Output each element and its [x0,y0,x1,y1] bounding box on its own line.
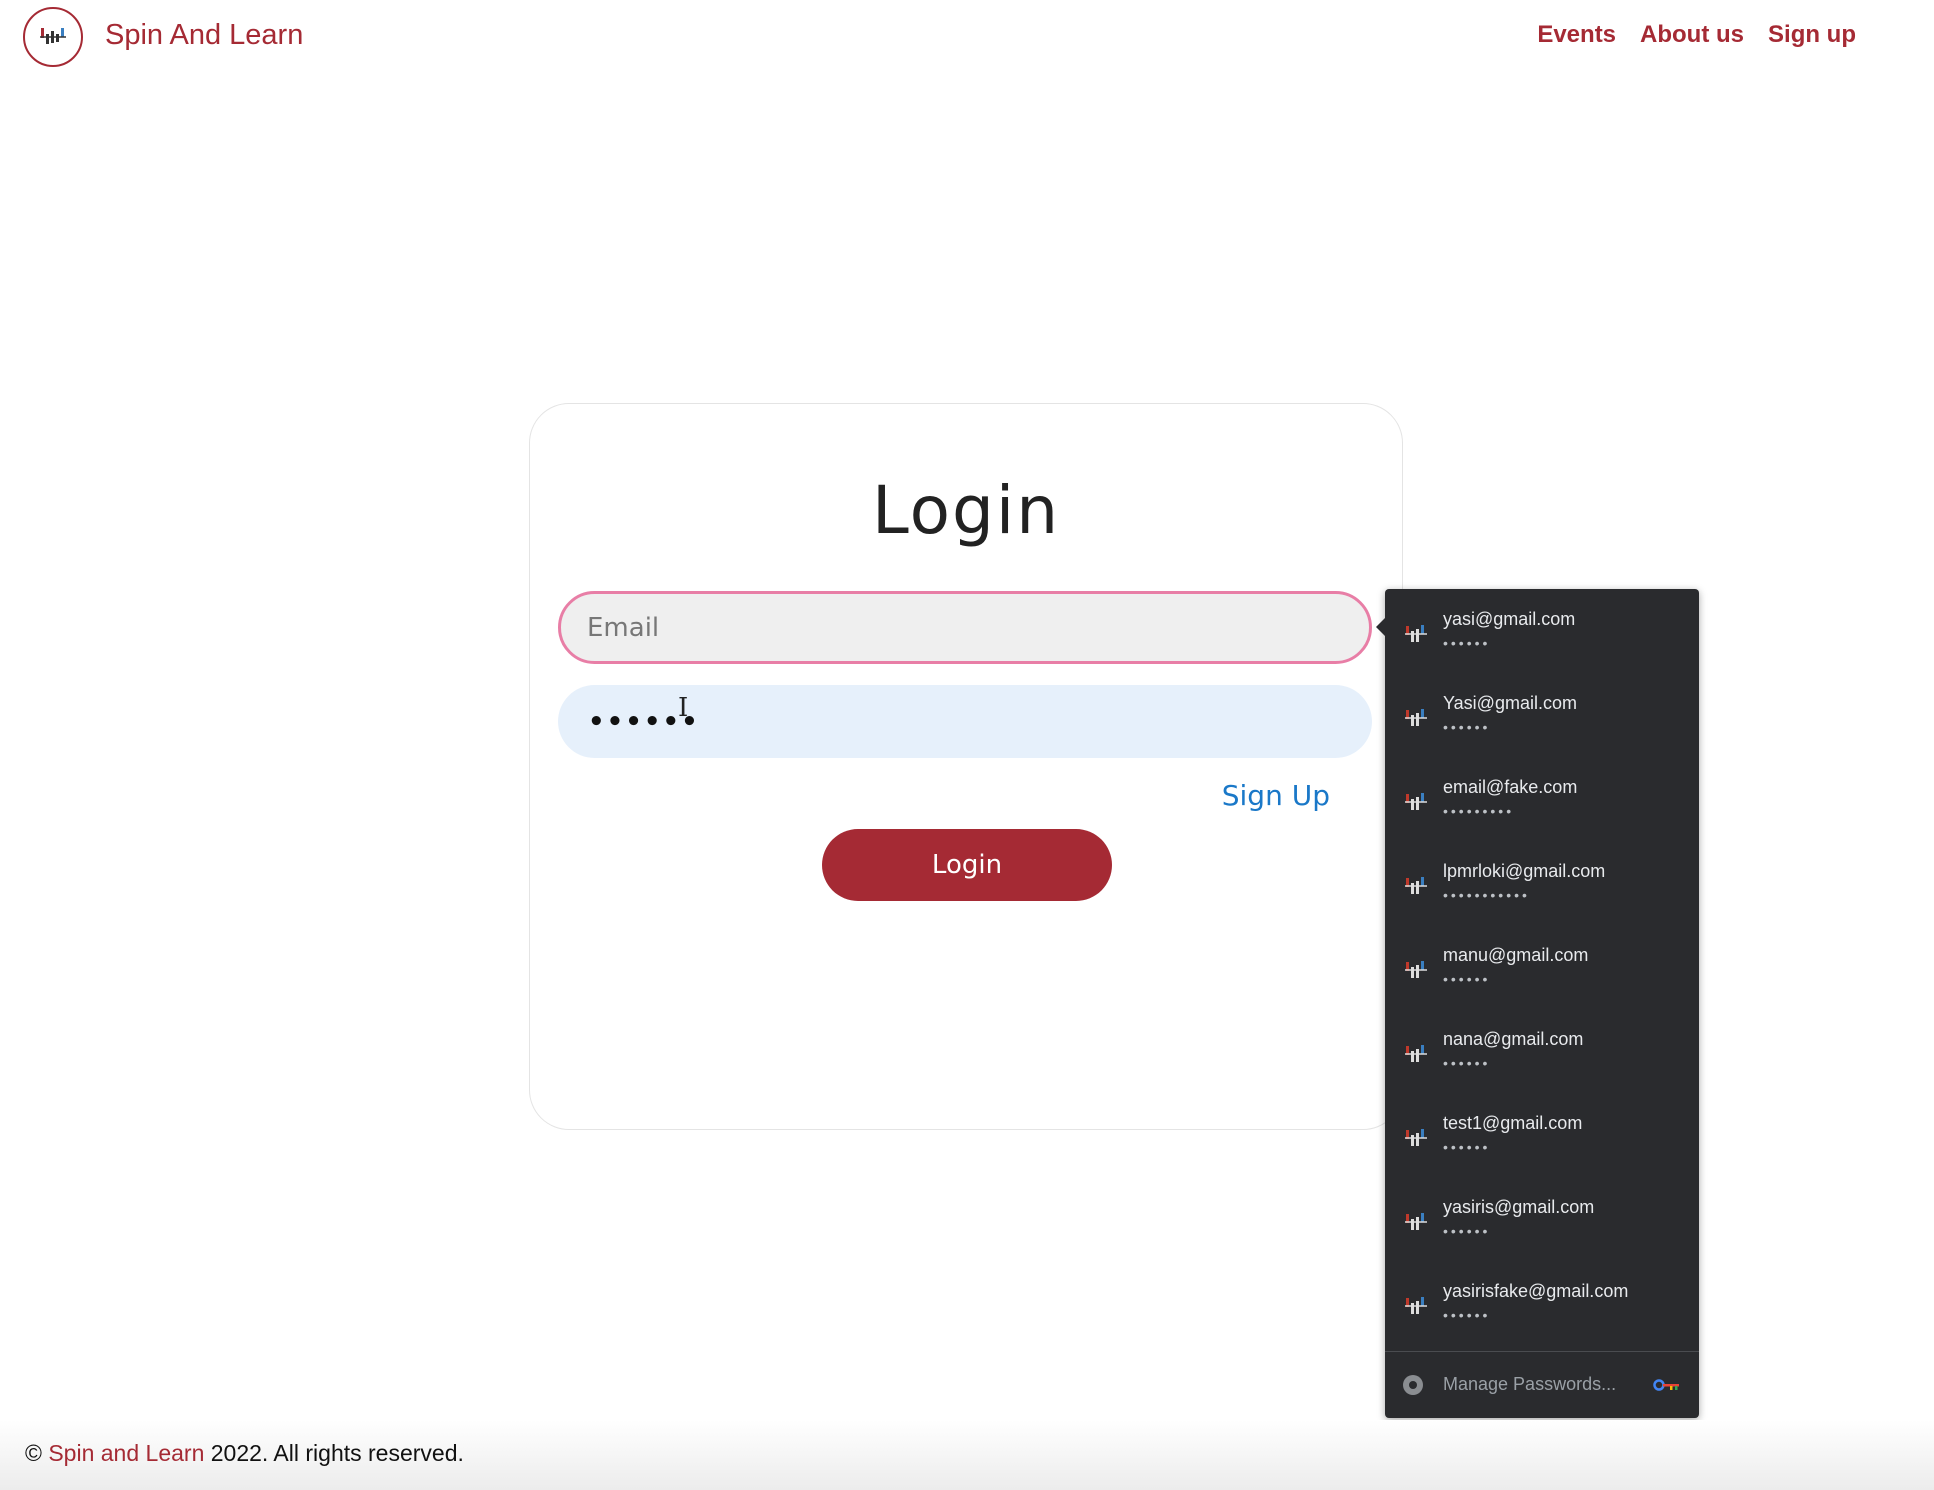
site-favicon-icon [1403,621,1429,647]
site-header: Spin And Learn Events About us Sign up [0,0,1934,76]
saved-account-username: test1@gmail.com [1443,1113,1583,1133]
saved-account-password-mask: ••••••••• [1443,803,1515,819]
saved-account-username: email@fake.com [1443,777,1578,797]
saved-account-username: Yasi@gmail.com [1443,693,1577,713]
login-title: Login [871,472,1061,549]
saved-account-password-mask: •••••• [1443,1055,1491,1071]
site-favicon-icon [1403,1041,1429,1067]
saved-account-username: yasiris@gmail.com [1443,1197,1595,1217]
copyright-text: © Spin and Learn 2022. All rights reserv… [25,1440,464,1467]
saved-account-username: yasi@gmail.com [1443,609,1576,629]
saved-account-item[interactable]: manu@gmail.com •••••• [1385,925,1699,1009]
saved-passwords-dropdown: yasi@gmail.com •••••• Yasi@gmail.com ••••••… [1376,589,1699,1418]
copyright-rest: 2022. All rights reserved. [210,1440,464,1466]
site-favicon-icon [1403,1293,1429,1319]
nav-about-us-link[interactable]: About us [1640,21,1744,49]
site-favicon-icon [1403,705,1429,731]
saved-account-password-mask: •••••• [1443,719,1491,735]
saved-account-username: manu@gmail.com [1443,945,1589,965]
saved-account-item[interactable]: yasiris@gmail.com •••••• [1385,1177,1699,1261]
saved-account-item[interactable]: nana@gmail.com •••••• [1385,1009,1699,1093]
nav-events-link[interactable]: Events [1537,21,1616,49]
saved-account-item[interactable]: Yasi@gmail.com •••••• [1385,673,1699,757]
site-favicon-icon [1403,957,1429,983]
sign-up-link[interactable]: Sign Up [1222,779,1330,812]
site-favicon-icon [1403,1125,1429,1151]
login-button[interactable]: Login [822,829,1112,901]
saved-account-password-mask: •••••• [1443,635,1491,651]
spin-and-learn-logo-icon[interactable] [23,7,83,67]
main-nav: Events About us Sign up [1537,21,1856,49]
manage-passwords-button[interactable]: Manage Passwords... [1385,1352,1699,1418]
saved-account-password-mask: •••••• [1443,971,1491,987]
saved-account-item[interactable]: email@fake.com ••••••••• [1385,757,1699,841]
site-favicon-icon [1403,873,1429,899]
key-icon [1653,1379,1679,1391]
saved-account-username: nana@gmail.com [1443,1029,1584,1049]
site-favicon-icon [1403,789,1429,815]
saved-account-item[interactable]: lpmrloki@gmail.com ••••••••••• [1385,841,1699,925]
saved-account-item[interactable]: yasirisfake@gmail.com •••••• [1385,1261,1699,1345]
saved-account-username: lpmrloki@gmail.com [1443,861,1606,881]
saved-account-password-mask: ••••••••••• [1443,887,1530,903]
copyright-symbol: © [25,1440,42,1466]
chrome-icon [1403,1375,1423,1395]
saved-account-item[interactable]: test1@gmail.com •••••• [1385,1093,1699,1177]
brand-name[interactable]: Spin And Learn [105,19,303,52]
saved-account-password-mask: •••••• [1443,1223,1491,1239]
login-card: Login •••••• I Sign Up Login [529,403,1403,1130]
saved-account-item[interactable]: yasi@gmail.com •••••• [1385,589,1699,673]
saved-account-password-mask: •••••• [1443,1307,1491,1323]
manage-passwords-label: Manage Passwords... [1443,1374,1617,1394]
saved-account-username: yasirisfake@gmail.com [1443,1281,1629,1301]
footer-brand-link[interactable]: Spin and Learn [48,1440,204,1466]
site-footer: © Spin and Learn 2022. All rights reserv… [0,1420,1934,1490]
text-cursor-icon: I [678,693,689,723]
site-favicon-icon [1403,1209,1429,1235]
nav-sign-up-link[interactable]: Sign up [1768,21,1856,49]
saved-account-password-mask: •••••• [1443,1139,1491,1155]
email-input[interactable] [558,591,1372,664]
